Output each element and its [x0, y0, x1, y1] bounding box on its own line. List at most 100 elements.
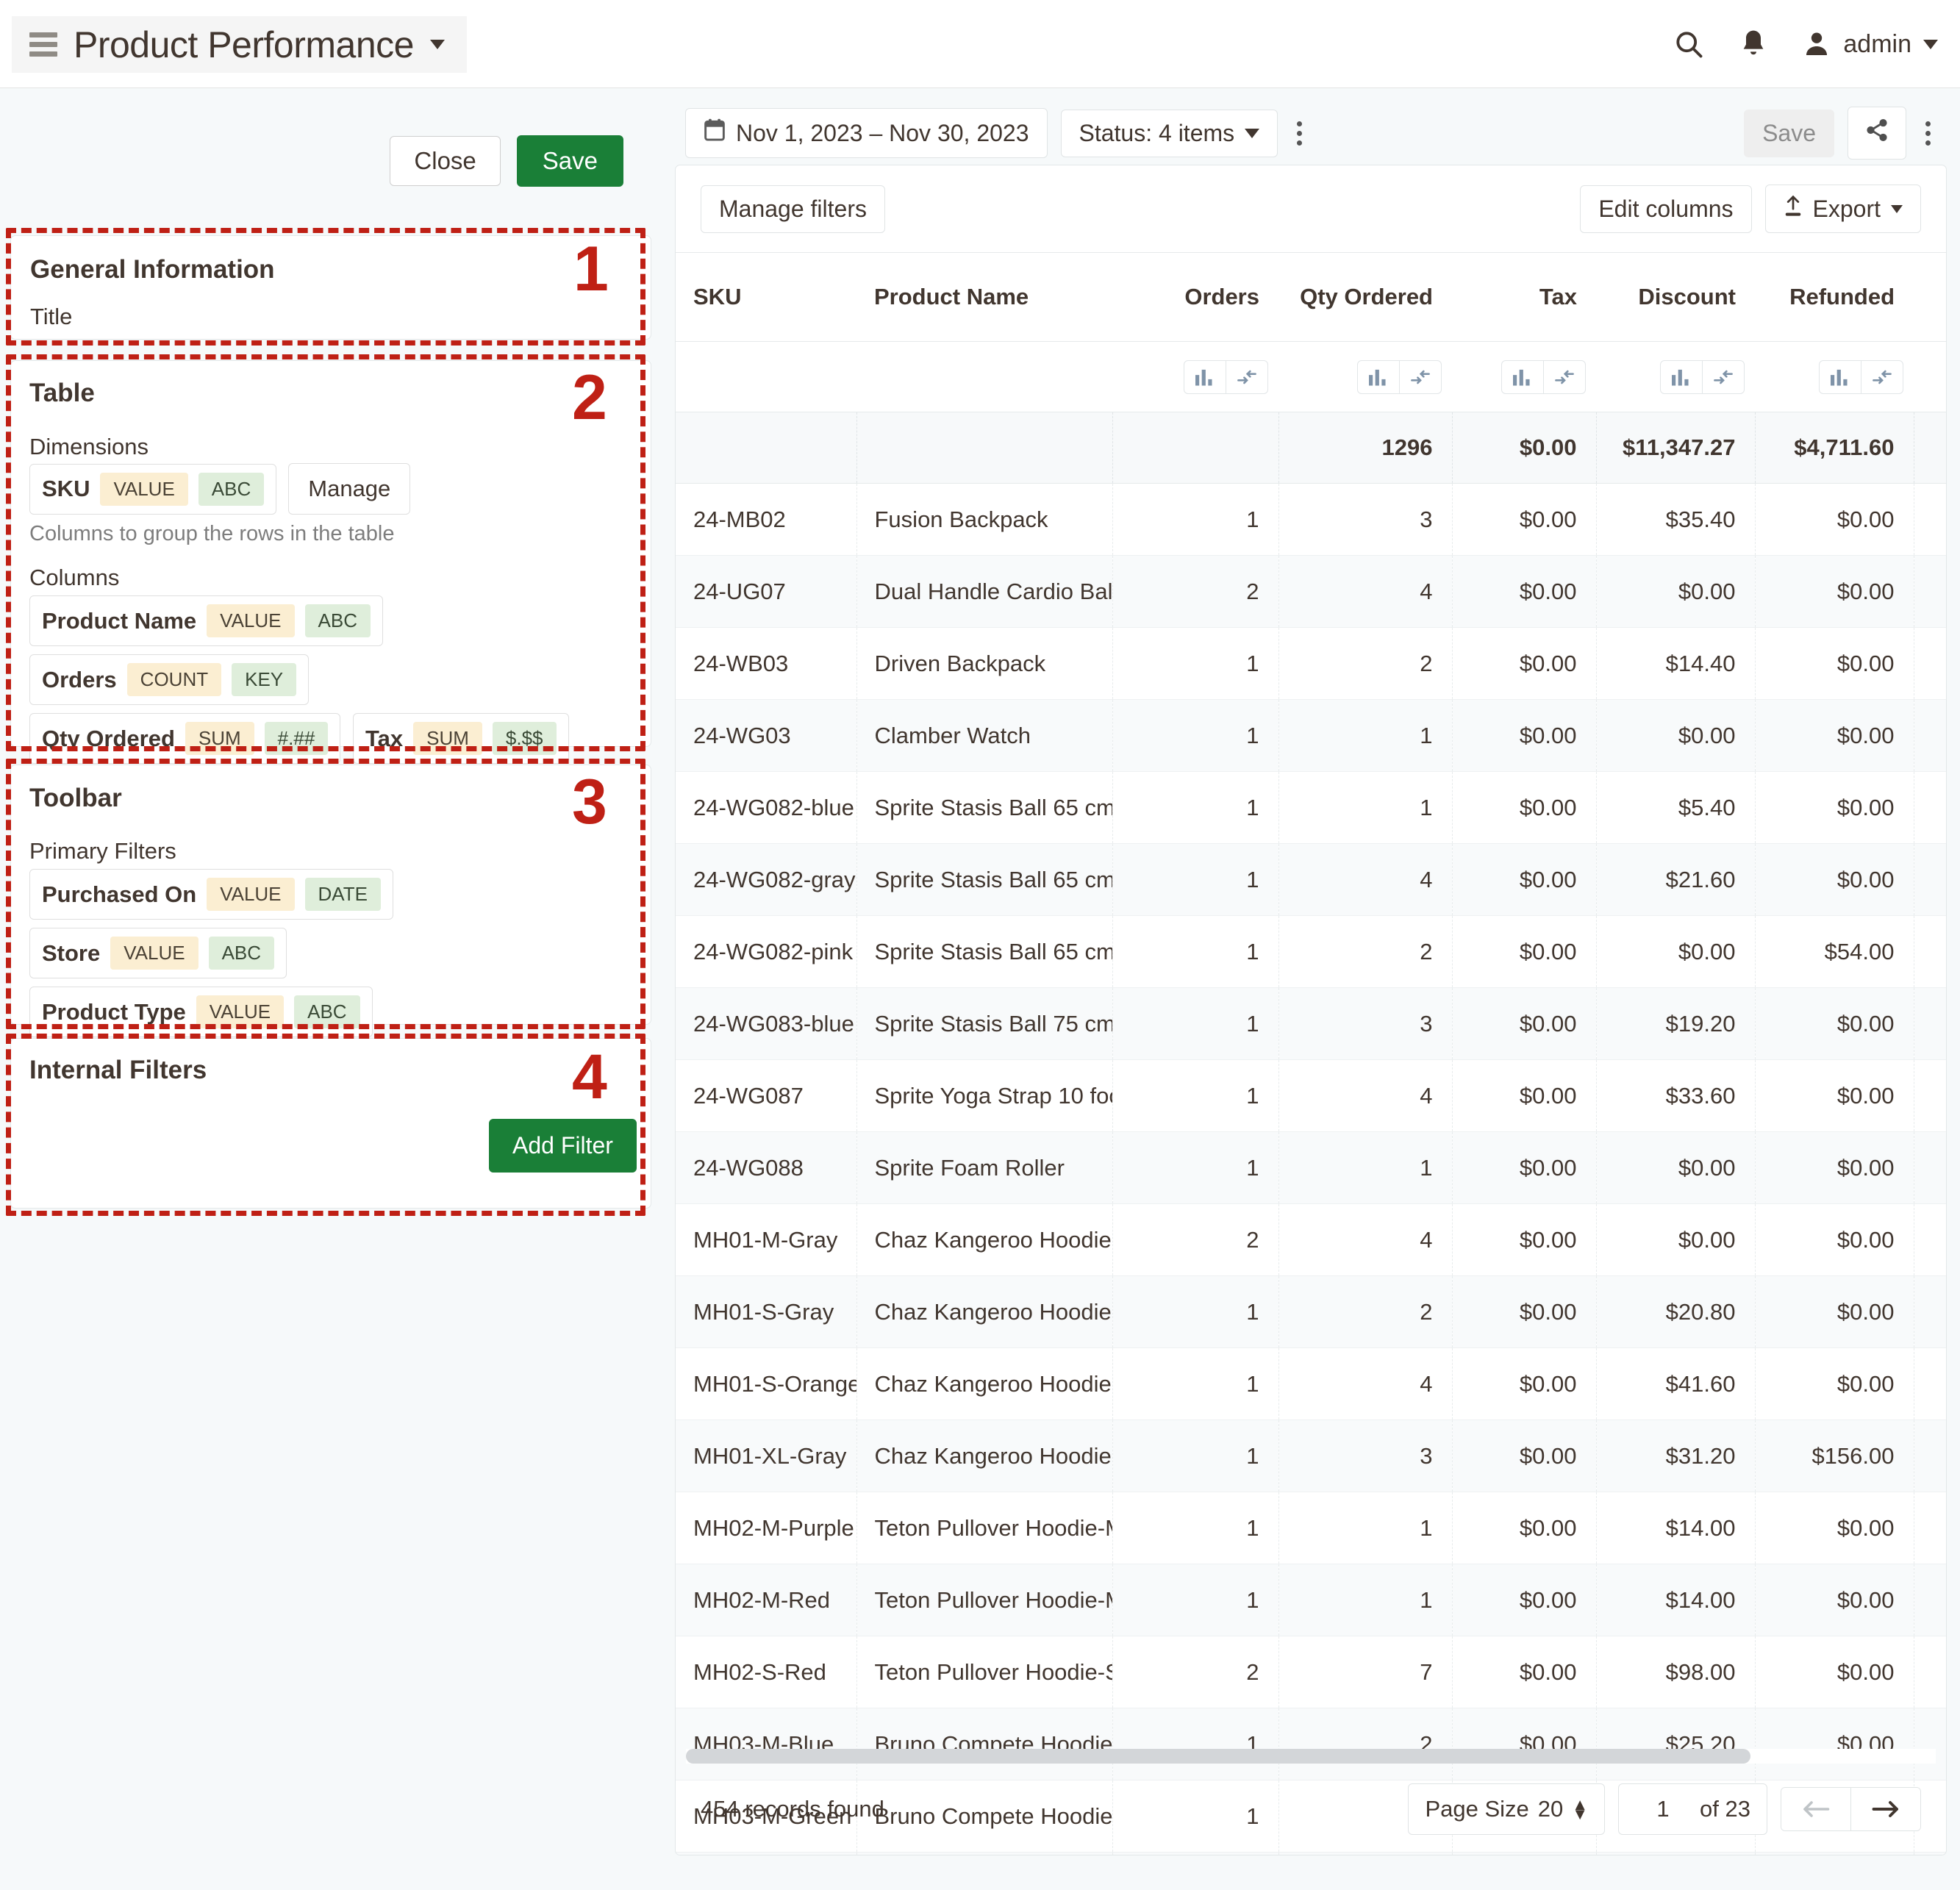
column-control-pair[interactable]	[1357, 360, 1442, 394]
share-icon	[1864, 118, 1889, 148]
page-title-container[interactable]: Product Performance	[12, 16, 467, 73]
page-number-input[interactable]	[1635, 1796, 1691, 1822]
table-row[interactable]: MH01-S-GrayChaz Kangeroo Hoodie-S-C12$0.…	[676, 1276, 1947, 1348]
align-arrows-icon[interactable]	[1861, 361, 1903, 393]
edit-columns-button[interactable]: Edit columns	[1580, 185, 1751, 233]
column-control-pair[interactable]	[1184, 360, 1268, 394]
bell-icon[interactable]	[1739, 28, 1768, 60]
user-menu[interactable]: admin	[1802, 29, 1938, 59]
table-row[interactable]: 24-WG082-pinkSprite Stasis Ball 65 cm12$…	[676, 916, 1947, 988]
table-cell: 1	[1112, 844, 1278, 916]
toolbar-kebab-menu-icon[interactable]	[1291, 115, 1308, 151]
table-row[interactable]: 24-WG087Sprite Yoga Strap 10 foot14$0.00…	[676, 1060, 1947, 1132]
column-header-tax[interactable]: Tax	[1452, 253, 1596, 342]
filter-chip-product-type[interactable]: Product Type VALUE ABC	[29, 987, 373, 1037]
horizontal-scrollbar[interactable]	[676, 1749, 1946, 1764]
dimensions-chip-row: SKU VALUE ABC Manage	[29, 463, 410, 515]
report-save-button[interactable]: Save	[1744, 110, 1834, 157]
report-kebab-menu-icon[interactable]	[1920, 115, 1936, 151]
table-row[interactable]: MH01-M-GrayChaz Kangeroo Hoodie-M-24$0.0…	[676, 1204, 1947, 1276]
table-cell: 2	[1112, 1636, 1278, 1708]
export-button[interactable]: Export	[1765, 185, 1921, 233]
column-chip-tax[interactable]: Tax SUM $.$$	[353, 713, 569, 764]
prev-page-button[interactable]	[1781, 1788, 1850, 1830]
chip-agg-tag: VALUE	[110, 937, 198, 970]
table-row[interactable]: 24-WG082-graySprite Stasis Ball 65 cm14$…	[676, 844, 1947, 916]
status-filter-button[interactable]: Status: 4 items	[1061, 110, 1278, 157]
search-icon[interactable]	[1673, 28, 1705, 60]
table-row[interactable]: 24-WG088Sprite Foam Roller11$0.00$0.00$0…	[676, 1132, 1947, 1204]
chevron-down-icon[interactable]	[1923, 40, 1938, 49]
chip-label: Purchased On	[42, 881, 196, 908]
table-row[interactable]: MH01-S-OrangeChaz Kangeroo Hoodie-S-C14$…	[676, 1348, 1947, 1420]
table-row[interactable]: 24-UG07Dual Handle Cardio Ball24$0.00$0.…	[676, 556, 1947, 628]
table-row[interactable]: MH02-M-PurpleTeton Pullover Hoodie-M-P11…	[676, 1492, 1947, 1564]
column-header-discount[interactable]: Discount	[1596, 253, 1755, 342]
chevron-down-icon[interactable]	[430, 40, 445, 49]
table-row[interactable]: 24-WG083-blueSprite Stasis Ball 75 cm13$…	[676, 988, 1947, 1060]
column-header-gross-margin[interactable]: Gross Margin	[1914, 253, 1947, 342]
column-chip-qty-ordered[interactable]: Qty Ordered SUM #.##	[29, 713, 340, 764]
manage-filters-grid-button[interactable]: Manage filters	[701, 185, 885, 233]
page-size-selector[interactable]: Page Size 20 ▲▼	[1408, 1783, 1605, 1835]
column-header-sku[interactable]: SKU	[676, 253, 856, 342]
align-arrows-icon[interactable]	[1399, 361, 1441, 393]
total-cell	[856, 412, 1112, 484]
column-chip-product-name[interactable]: Product Name VALUE ABC	[29, 595, 383, 646]
column-control-pair[interactable]	[1660, 360, 1745, 394]
page-size-value: 20	[1538, 1796, 1563, 1822]
column-header-product-name[interactable]: Product Name	[856, 253, 1112, 342]
column-control-pair[interactable]	[1819, 360, 1903, 394]
bar-chart-icon[interactable]	[1661, 361, 1702, 393]
table-row[interactable]: MH02-M-RedTeton Pullover Hoodie-M-F11$0.…	[676, 1564, 1947, 1636]
table-row[interactable]: 24-WB03Driven Backpack12$0.00$14.40$0.00…	[676, 628, 1947, 700]
filter-chip-purchased-on[interactable]: Purchased On VALUE DATE	[29, 869, 393, 920]
editor-actions: Close Save	[390, 135, 623, 187]
column-header-qty-ordered[interactable]: Qty Ordered	[1278, 253, 1452, 342]
table-row[interactable]: MH02-S-RedTeton Pullover Hoodie-S-R27$0.…	[676, 1636, 1947, 1708]
bar-chart-icon[interactable]	[1820, 361, 1861, 393]
table-cell: $0.00	[1755, 1204, 1914, 1276]
column-control-pair[interactable]	[1501, 360, 1586, 394]
total-cell: 1296	[1278, 412, 1452, 484]
bar-chart-icon[interactable]	[1358, 361, 1399, 393]
table-cell: $0.00	[1452, 1564, 1596, 1636]
add-filter-button[interactable]: Add Filter	[489, 1119, 637, 1173]
scrollbar-thumb[interactable]	[686, 1749, 1750, 1764]
bar-chart-icon[interactable]	[1502, 361, 1543, 393]
hamburger-icon[interactable]	[29, 28, 57, 61]
share-button[interactable]	[1848, 107, 1906, 160]
table-cell: 24-WG082-blue	[676, 772, 856, 844]
table-row[interactable]: 24-WG03Clamber Watch11$0.00$0.00$0.005.0…	[676, 700, 1947, 772]
manage-dimensions-button[interactable]: Manage	[288, 463, 410, 515]
date-range-button[interactable]: Nov 1, 2023 – Nov 30, 2023	[685, 108, 1048, 158]
close-button[interactable]: Close	[390, 136, 500, 186]
table-row[interactable]: 24-MB02Fusion Backpack13$0.00$35.40$0.00…	[676, 484, 1947, 556]
table-row[interactable]: MH01-XL-GrayChaz Kangeroo Hoodie-XL-13$0…	[676, 1420, 1947, 1492]
column-header-orders[interactable]: Orders	[1112, 253, 1278, 342]
bar-chart-icon[interactable]	[1184, 361, 1226, 393]
filter-chip-store[interactable]: Store VALUE ABC	[29, 928, 287, 978]
stepper-icon[interactable]: ▲▼	[1572, 1800, 1588, 1819]
control-cell-orders	[1112, 342, 1278, 412]
table-cell: 3	[1278, 484, 1452, 556]
align-arrows-icon[interactable]	[1702, 361, 1744, 393]
save-button[interactable]: Save	[517, 135, 623, 187]
chevron-down-icon	[1245, 129, 1259, 138]
header-actions: admin	[1673, 0, 1938, 88]
scrollbar-track[interactable]	[686, 1749, 1936, 1764]
table-cell: 7	[1278, 1636, 1452, 1708]
table-row[interactable]: 24-WG082-blueSprite Stasis Ball 65 cm11$…	[676, 772, 1947, 844]
table-cell: $0.00	[1452, 1276, 1596, 1348]
column-header-refunded[interactable]: Refunded	[1755, 253, 1914, 342]
table-cell: $0.00	[1755, 700, 1914, 772]
column-chip-orders[interactable]: Orders COUNT KEY	[29, 654, 309, 705]
table-cell: $14.00	[1596, 1492, 1755, 1564]
align-arrows-icon[interactable]	[1226, 361, 1267, 393]
dimension-chip[interactable]: SKU VALUE ABC	[29, 464, 276, 515]
next-page-button[interactable]	[1850, 1788, 1920, 1830]
section-title: Table	[29, 379, 95, 408]
align-arrows-icon[interactable]	[1543, 361, 1585, 393]
page-number-box[interactable]: of 23	[1618, 1783, 1767, 1835]
control-cell-refunded	[1755, 342, 1914, 412]
